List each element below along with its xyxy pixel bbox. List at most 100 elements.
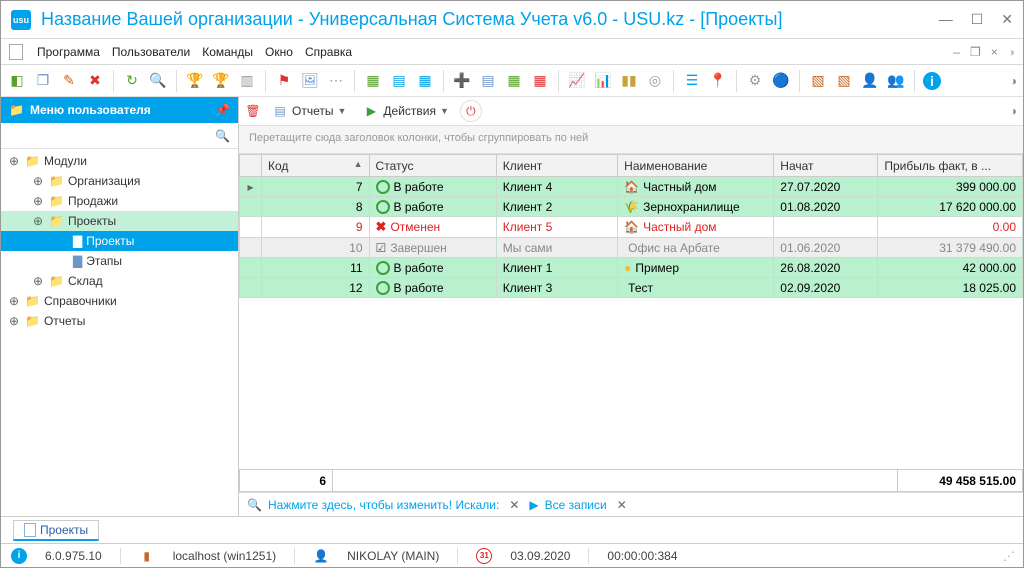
table-row[interactable]: 11В работеКлиент 1●Пример26.08.202042 00… xyxy=(240,258,1023,278)
tree-item-организация[interactable]: ⊕📁Организация xyxy=(1,171,238,191)
filter-edit-link[interactable]: Нажмите здесь, чтобы изменить! Искали: xyxy=(268,498,499,512)
sidebar-search[interactable]: 🔍 xyxy=(1,123,238,149)
tool-refresh[interactable]: ↻ xyxy=(122,71,142,91)
resize-grip[interactable]: ⋰ xyxy=(1003,549,1013,563)
tool-flag[interactable]: ⚑ xyxy=(274,71,294,91)
menu-программа[interactable]: Программа xyxy=(31,45,106,59)
tool-delete[interactable]: ✖ xyxy=(85,71,105,91)
tree-item-склад[interactable]: ⊕📁Склад xyxy=(1,271,238,291)
table-row[interactable]: ▸7В работеКлиент 4🏠Частный дом27.07.2020… xyxy=(240,177,1023,197)
mdi-controls: – ❐ × ◑ xyxy=(953,45,1015,59)
tab-label: Проекты xyxy=(40,523,88,537)
tool-stat[interactable]: ▮▮ xyxy=(619,71,639,91)
content-overflow[interactable]: ◑ xyxy=(1010,104,1017,118)
table-row[interactable]: 9✖ОтмененКлиент 5🏠Частный дом0.00 xyxy=(240,217,1023,238)
tool-user2[interactable]: 👥 xyxy=(886,71,906,91)
tool-color[interactable]: 🔵 xyxy=(771,71,791,91)
tree-item-отчеты[interactable]: ⊕📁Отчеты xyxy=(1,311,238,331)
tab-projects[interactable]: Проекты xyxy=(13,520,99,541)
tool-pin[interactable]: 📍 xyxy=(708,71,728,91)
tool-remove[interactable]: ▦ xyxy=(530,71,550,91)
tool-filter2[interactable]: 🏆 xyxy=(211,71,231,91)
tool-copy[interactable]: ❐ xyxy=(33,71,53,91)
tree-item-этапы[interactable]: ▇Этапы xyxy=(1,251,238,271)
app-icon: usu xyxy=(11,10,31,30)
tool-bar[interactable]: 📊 xyxy=(593,71,613,91)
status-user: NIKOLAY (MAIN) xyxy=(347,549,439,563)
tool-misc[interactable]: ◎ xyxy=(645,71,665,91)
tab-strip: Проекты xyxy=(1,516,1023,543)
status-info-icon[interactable]: i xyxy=(11,548,27,564)
main-area: 📁 Меню пользователя 📌 🔍 ⊕📁Модули⊕📁Органи… xyxy=(1,97,1023,516)
content-toolbar: 🗑 ▤ Отчеты ▼ ▶ Действия ▼ ⏻ ◑ xyxy=(239,97,1023,126)
tool-grid3[interactable]: ▦ xyxy=(415,71,435,91)
tool-rss[interactable]: ▧ xyxy=(808,71,828,91)
tool-dots[interactable]: ⋯ xyxy=(326,71,346,91)
pin-icon[interactable]: 📌 xyxy=(215,103,230,117)
menu-справка[interactable]: Справка xyxy=(299,45,358,59)
close-button[interactable]: ✕ xyxy=(1001,11,1013,28)
menu-окно[interactable]: Окно xyxy=(259,45,299,59)
delete-icon[interactable]: 🗑 xyxy=(245,103,261,119)
sidebar: 📁 Меню пользователя 📌 🔍 ⊕📁Модули⊕📁Органи… xyxy=(1,97,239,516)
tree-item-проекты[interactable]: ▇Проекты xyxy=(1,231,238,251)
minimize-button[interactable]: — xyxy=(939,11,953,28)
tool-sheet[interactable]: ▤ xyxy=(478,71,498,91)
column-3[interactable]: Наименование xyxy=(618,155,774,177)
tool-excel[interactable]: ▦ xyxy=(504,71,524,91)
mdi-close[interactable]: × xyxy=(991,45,998,59)
tool-new[interactable]: ◧ xyxy=(7,71,27,91)
menu-пользователи[interactable]: Пользователи xyxy=(106,45,196,59)
column-5[interactable]: Прибыль факт, в ... xyxy=(878,155,1023,177)
toolbar-overflow[interactable]: ◑ xyxy=(1010,74,1017,88)
tree-item-продажи[interactable]: ⊕📁Продажи xyxy=(1,191,238,211)
table-row[interactable]: 8В работеКлиент 2🌾Зернохранилище01.08.20… xyxy=(240,197,1023,217)
menu-команды[interactable]: Команды xyxy=(196,45,259,59)
menubar: ПрограммаПользователиКомандыОкноСправка … xyxy=(1,39,1023,65)
tool-grid2[interactable]: ▤ xyxy=(389,71,409,91)
group-bar[interactable]: Перетащите сюда заголовок колонки, чтобы… xyxy=(239,126,1023,154)
tool-add[interactable]: ➕ xyxy=(452,71,472,91)
tool-grid1[interactable]: ▦ xyxy=(363,71,383,91)
tree-item-модули[interactable]: ⊕📁Модули xyxy=(1,151,238,171)
table-row[interactable]: 10☑ЗавершенМы самиОфис на Арбате01.06.20… xyxy=(240,238,1023,258)
chevron-down-icon: ▼ xyxy=(337,106,346,116)
status-time: 00:00:00:384 xyxy=(607,549,677,563)
maximize-button[interactable]: ☐ xyxy=(971,11,984,28)
statusbar: i 6.0.975.10 ▮ localhost (win1251) 👤 NIK… xyxy=(1,543,1023,567)
chevron-down-icon: ▼ xyxy=(440,106,449,116)
main-toolbar: ◧ ❐ ✎ ✖ ↻ 🔍 🏆 🏆 ▥ ⚑ 🖼 ⋯ ▦ ▤ ▦ ➕ ▤ ▦ ▦ 📈 … xyxy=(1,65,1023,97)
tool-list[interactable]: ☰ xyxy=(682,71,702,91)
power-button[interactable]: ⏻ xyxy=(460,100,482,122)
user-icon: 👤 xyxy=(313,548,329,564)
tool-feed[interactable]: ▧ xyxy=(834,71,854,91)
filter-all-link[interactable]: Все записи xyxy=(545,498,607,512)
tool-search[interactable]: 🔍 xyxy=(148,71,168,91)
tool-edit[interactable]: ✎ xyxy=(59,71,79,91)
filter-bar: 🔍 Нажмите здесь, чтобы изменить! Искали:… xyxy=(239,492,1023,516)
column-2[interactable]: Клиент xyxy=(496,155,617,177)
reports-button[interactable]: ▤ Отчеты ▼ xyxy=(266,101,352,121)
table-row[interactable]: 12В работеКлиент 3Тест02.09.202018 025.0… xyxy=(240,278,1023,298)
column-1[interactable]: Статус xyxy=(369,155,496,177)
filter-clear-2[interactable]: ✕ xyxy=(613,498,631,512)
mdi-minimize[interactable]: – xyxy=(953,45,960,59)
play-icon: ▶ xyxy=(363,103,379,119)
content: 🗑 ▤ Отчеты ▼ ▶ Действия ▼ ⏻ ◑ Перетащите… xyxy=(239,97,1023,516)
tool-chart[interactable]: 📈 xyxy=(567,71,587,91)
tool-user1[interactable]: 👤 xyxy=(860,71,880,91)
tool-info[interactable]: i xyxy=(923,72,941,90)
mdi-restore[interactable]: ❐ xyxy=(970,45,981,59)
tool-filter3[interactable]: ▥ xyxy=(237,71,257,91)
actions-button[interactable]: ▶ Действия ▼ xyxy=(357,101,455,121)
tree-item-справочники[interactable]: ⊕📁Справочники xyxy=(1,291,238,311)
column-0[interactable]: Код▲ xyxy=(262,155,370,177)
tool-filter1[interactable]: 🏆 xyxy=(185,71,205,91)
tree-item-проекты[interactable]: ⊕📁Проекты xyxy=(1,211,238,231)
mdi-extra[interactable]: ◑ xyxy=(1008,45,1015,59)
filter-clear-1[interactable]: ✕ xyxy=(505,498,523,512)
column-4[interactable]: Начат xyxy=(774,155,878,177)
document-icon xyxy=(24,523,36,537)
tool-image[interactable]: 🖼 xyxy=(300,71,320,91)
tool-gear[interactable]: ⚙ xyxy=(745,71,765,91)
